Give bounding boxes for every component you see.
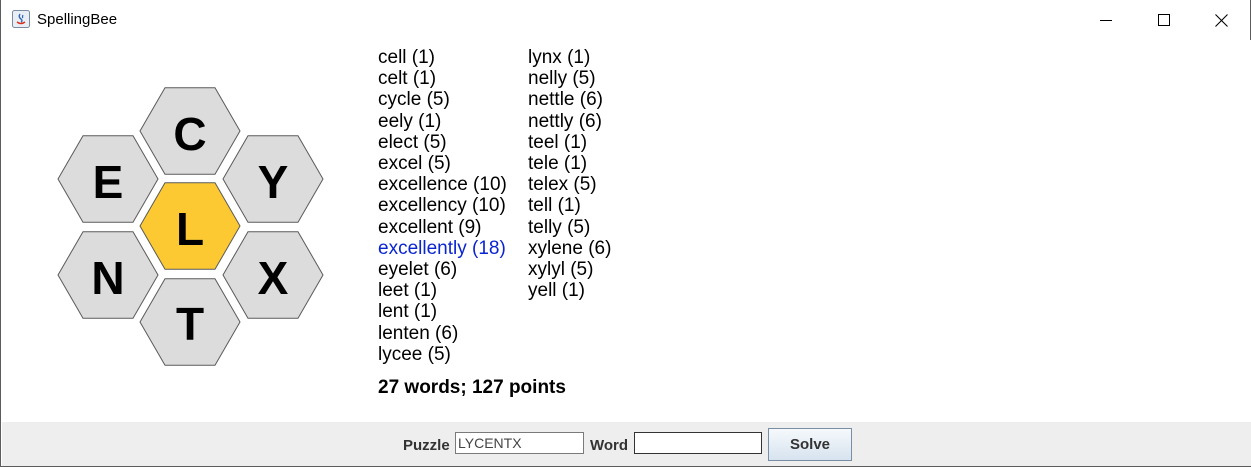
spelling-bee-window: SpellingBee C E Y L N X T cell (1) celt … [0, 0, 1251, 467]
close-icon [1214, 13, 1228, 27]
word-item: lynx (1) [528, 47, 591, 68]
minimize-icon [1100, 20, 1112, 21]
word-item: excellent (9) [378, 216, 482, 238]
letter-center: L [176, 203, 204, 255]
word-item: excellency (10) [378, 195, 506, 217]
control-bar: Puzzle Word Solve [2, 422, 1251, 466]
maximize-icon [1158, 14, 1170, 26]
letter-lower-right: X [258, 252, 289, 304]
word-item: xylene (6) [528, 237, 612, 259]
word-item: eyelet (6) [378, 259, 458, 281]
puzzle-input[interactable] [455, 432, 584, 454]
letter-upper-right: Y [258, 156, 289, 208]
word-item-highlighted: excellently (18) [378, 237, 506, 259]
letter-top: C [173, 108, 206, 160]
word-list-column-2: lynx (1) nelly (5) nettle (6) nettly (6) tee… [528, 47, 611, 301]
letter-bottom: T [176, 298, 204, 350]
word-item: telex (5) [528, 174, 597, 196]
word-item: leet (1) [378, 280, 438, 302]
word-item: lycee (5) [378, 343, 451, 365]
word-input[interactable] [634, 432, 762, 454]
minimize-button[interactable] [1077, 0, 1135, 40]
word-item: nettly (6) [528, 110, 602, 132]
score-summary: 27 words; 127 points [378, 377, 566, 398]
word-item: xylyl (5) [528, 259, 594, 281]
window-title: SpellingBee [37, 11, 118, 28]
title-bar: SpellingBee [1, 0, 1250, 40]
letter-upper-left: E [93, 156, 124, 208]
word-item: teel (1) [528, 131, 588, 153]
java-app-icon [12, 10, 30, 28]
word-item: cycle (5) [378, 89, 450, 111]
letter-hive: C E Y L N X T [57, 87, 324, 366]
puzzle-label: Puzzle [403, 437, 450, 454]
word-item: lenten (6) [378, 322, 459, 344]
word-item: excel (5) [378, 153, 451, 175]
close-button[interactable] [1192, 0, 1250, 40]
word-item: excellence (10) [378, 174, 507, 196]
word-item: lent (1) [378, 301, 438, 323]
solve-button[interactable]: Solve [768, 428, 852, 461]
word-item: celt (1) [378, 68, 437, 90]
maximize-button[interactable] [1135, 0, 1193, 40]
word-item: yell (1) [528, 280, 586, 302]
word-item: tele (1) [528, 153, 588, 175]
word-list-column-1: cell (1) celt (1) cycle (5) eely (1) elect (… [378, 47, 507, 365]
word-item: cell (1) [378, 47, 436, 68]
word-item: nelly (5) [528, 68, 596, 90]
word-label: Word [590, 437, 629, 454]
word-item: eely (1) [378, 110, 442, 132]
word-item: tell (1) [528, 195, 581, 217]
word-item: nettle (6) [528, 89, 603, 111]
letter-lower-left: N [91, 252, 124, 304]
word-item: telly (5) [528, 216, 591, 238]
word-item: elect (5) [378, 131, 447, 153]
